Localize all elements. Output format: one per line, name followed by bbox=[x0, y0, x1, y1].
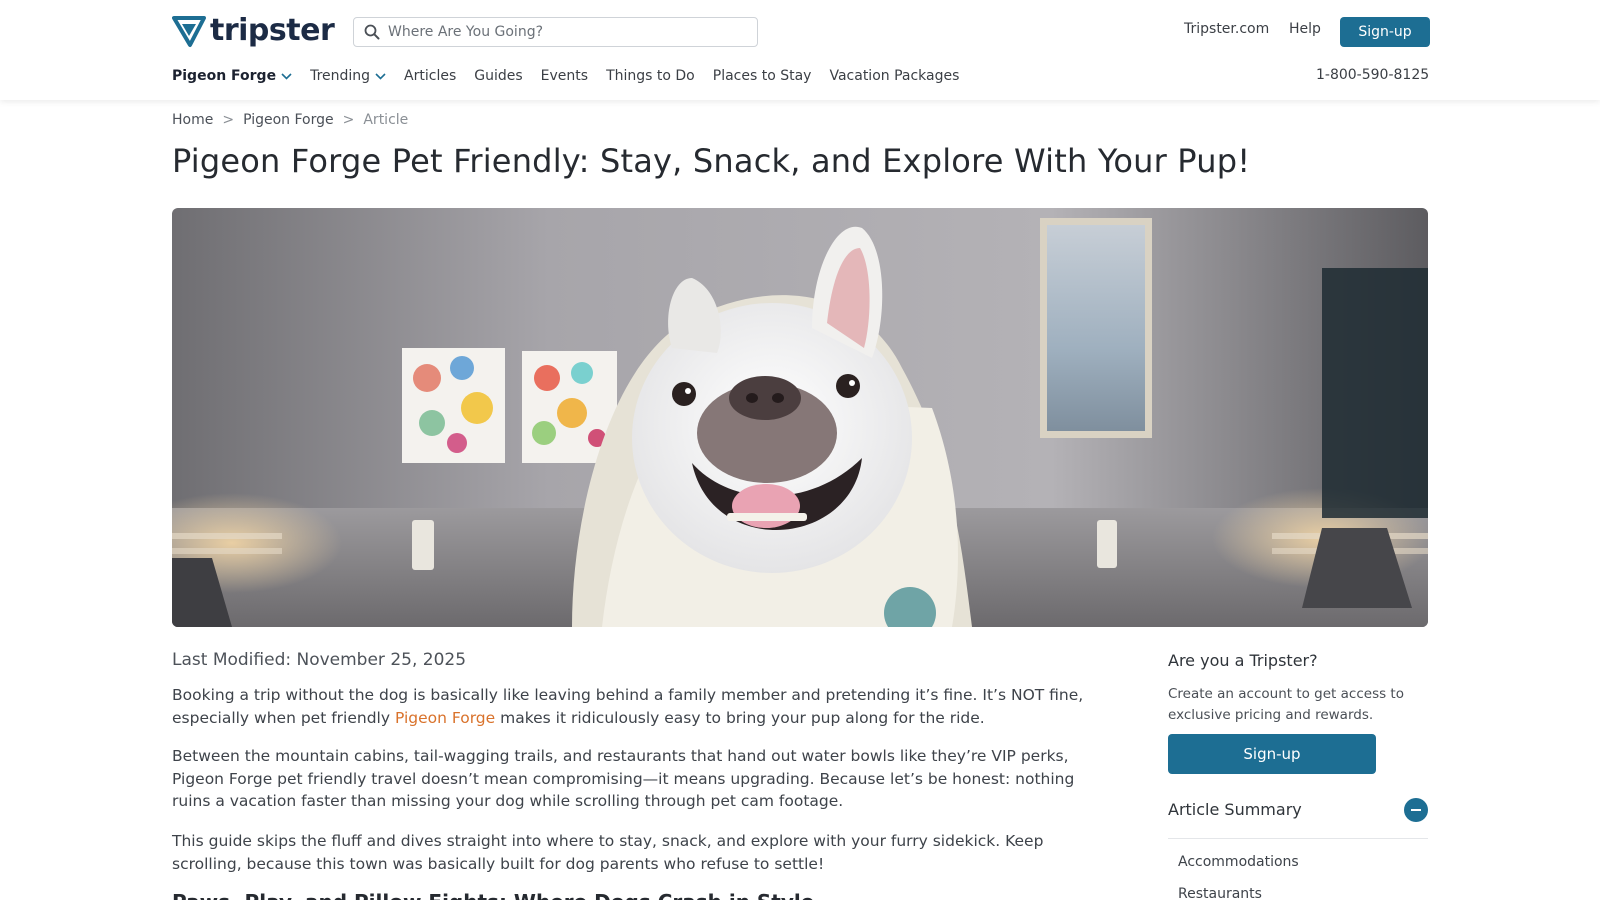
chevron-down-icon bbox=[375, 72, 386, 80]
nav-trending-dropdown[interactable]: Trending bbox=[310, 68, 386, 84]
sidebar-signup-button[interactable]: Sign-up bbox=[1168, 734, 1376, 774]
article-paragraph: This guide skips the fluff and dives str… bbox=[172, 832, 1044, 873]
search-box[interactable] bbox=[353, 17, 758, 47]
summary-divider bbox=[1168, 838, 1428, 839]
page-title: Pigeon Forge Pet Friendly: Stay, Snack, … bbox=[172, 142, 1251, 180]
search-input[interactable] bbox=[388, 24, 748, 40]
tripster-logo[interactable]: tripster bbox=[172, 13, 335, 48]
signup-promo-description: Create an account to get access to exclu… bbox=[1168, 686, 1404, 723]
section-heading: Paws, Play, and Pillow Fights: Where Dog… bbox=[172, 890, 814, 900]
nav-vacation-packages[interactable]: Vacation Packages bbox=[829, 68, 959, 84]
summary-item-accommodations[interactable]: Accommodations bbox=[1178, 854, 1299, 870]
search-icon bbox=[364, 24, 380, 40]
breadcrumb-separator: > bbox=[222, 112, 235, 128]
article-summary-title[interactable]: Article Summary bbox=[1168, 800, 1302, 819]
logo-text: tripster bbox=[210, 13, 335, 48]
tripster-com-link[interactable]: Tripster.com bbox=[1184, 21, 1269, 37]
site-header: tripster Tripster.com Help Sign-up Pigeo… bbox=[0, 0, 1600, 100]
nav-articles[interactable]: Articles bbox=[404, 68, 456, 84]
phone-number[interactable]: 1-800-590-8125 bbox=[1316, 67, 1429, 83]
nav-destination-dropdown[interactable]: Pigeon Forge bbox=[172, 68, 292, 84]
signup-promo-title: Are you a Tripster? bbox=[1168, 651, 1318, 670]
nav-things-to-do[interactable]: Things to Do bbox=[606, 68, 695, 84]
paragraph-text: makes it ridiculously easy to bring your… bbox=[495, 708, 985, 727]
main-nav: Pigeon Forge Trending Articles Guides Ev… bbox=[172, 66, 977, 86]
help-link[interactable]: Help bbox=[1289, 21, 1321, 37]
chevron-down-icon bbox=[281, 72, 292, 80]
tripster-logo-icon bbox=[172, 16, 206, 47]
breadcrumb: Home > Pigeon Forge > Article bbox=[172, 112, 408, 128]
nav-item-label: Pigeon Forge bbox=[172, 68, 277, 84]
hero-image bbox=[172, 208, 1428, 627]
nav-item-label: Trending bbox=[310, 68, 371, 84]
nav-guides[interactable]: Guides bbox=[474, 68, 522, 84]
breadcrumb-separator: > bbox=[342, 112, 355, 128]
article-paragraph: Booking a trip without the dog is basica… bbox=[172, 684, 1112, 729]
summary-item-restaurants[interactable]: Restaurants bbox=[1178, 886, 1262, 900]
header-signup-button[interactable]: Sign-up bbox=[1340, 17, 1430, 47]
nav-events[interactable]: Events bbox=[541, 68, 588, 84]
breadcrumb-home[interactable]: Home bbox=[172, 112, 213, 128]
nav-places-to-stay[interactable]: Places to Stay bbox=[713, 68, 812, 84]
breadcrumb-destination[interactable]: Pigeon Forge bbox=[243, 112, 334, 128]
last-modified: Last Modified: November 25, 2025 bbox=[172, 650, 467, 670]
article-paragraph: Between the mountain cabins, tail-waggin… bbox=[172, 747, 1075, 810]
collapse-summary-icon[interactable] bbox=[1404, 798, 1428, 822]
pigeon-forge-link[interactable]: Pigeon Forge bbox=[395, 709, 495, 727]
breadcrumb-current: Article bbox=[363, 112, 409, 128]
